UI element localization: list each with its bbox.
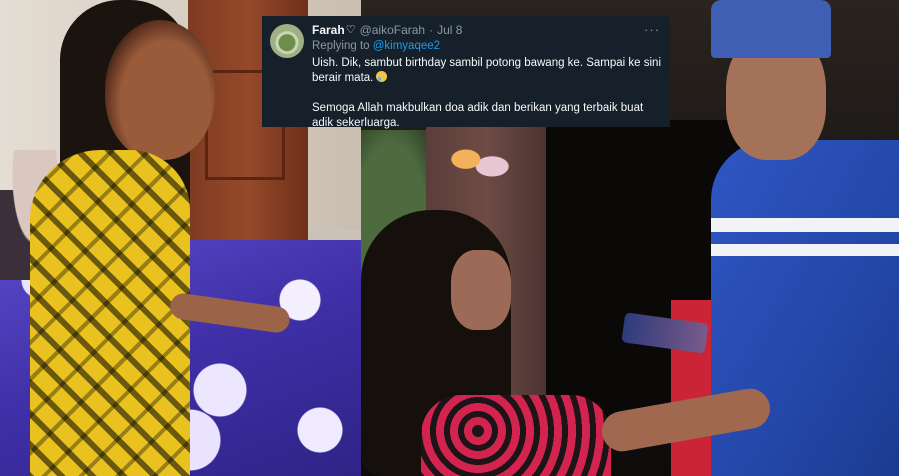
user-handle[interactable]: @aikoFarah [360, 22, 426, 38]
child-floral-shirt [421, 395, 611, 476]
display-name[interactable]: Farah [312, 22, 345, 38]
tweet-card[interactable]: Farah ♡ @aikoFarah · Jul 8 ··· Replying … [262, 16, 670, 129]
tweet-date[interactable]: Jul 8 [437, 22, 462, 38]
heart-icon: ♡ [345, 24, 356, 36]
child-face [451, 250, 511, 330]
tweet-paragraph-1: Uish. Dik, sambut birthday sambil potong… [312, 56, 664, 86]
reply-mention-link[interactable]: @kimyaqee2 [373, 40, 440, 52]
tweet-paragraph-2: Semoga Allah makbulkan doa adik dan beri… [312, 102, 644, 129]
man-blue-cap [711, 0, 831, 58]
girl-face [105, 20, 215, 160]
separator-dot: · [429, 23, 434, 37]
crying-face-emoji-icon [376, 71, 388, 82]
avatar[interactable] [270, 24, 304, 58]
replying-to: Replying to @kimyaqee2 [312, 39, 664, 54]
tweet-header: Farah ♡ @aikoFarah · Jul 8 ··· [312, 22, 664, 38]
butterfly-decoration [449, 140, 509, 188]
yellow-patterned-dress [30, 150, 190, 476]
tweet-body: Farah ♡ @aikoFarah · Jul 8 ··· Replying … [312, 22, 664, 131]
tweet-text: Uish. Dik, sambut birthday sambil potong… [312, 56, 664, 131]
reply-prefix: Replying to [312, 40, 370, 52]
more-options-icon[interactable]: ··· [644, 22, 660, 38]
tweet-text-line-1: Uish. Dik, sambut birthday sambil potong… [312, 57, 662, 84]
